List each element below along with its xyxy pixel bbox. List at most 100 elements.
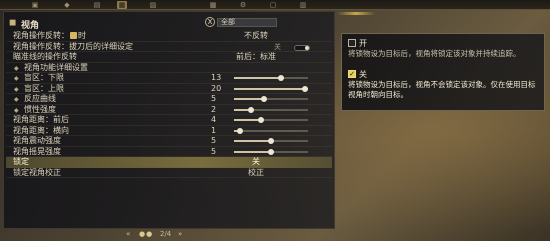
setting-label: 视角摇晃强度	[13, 146, 61, 156]
setting-label: 惯性强度	[24, 104, 56, 114]
toggle-knob	[305, 45, 309, 50]
settings-panel: ◼ 视角 X 全部 视角操作反转： 时 不反转 视角操作反转：拔刀后的详细设定 关…	[3, 11, 335, 229]
setting-label: 视角操作反转：	[13, 31, 69, 40]
setting-row[interactable]: 瞄准线的操作反转 前后：标准	[6, 52, 332, 63]
setting-row[interactable]: ◆ 盲区：上限 20	[6, 83, 332, 94]
toggle-state-label: 关	[274, 42, 281, 51]
tab-6[interactable]: ▩	[208, 1, 218, 9]
slider-track[interactable]	[234, 75, 308, 81]
setting-label: 盲区：下限	[24, 73, 64, 82]
page-number: 2/4	[160, 230, 172, 238]
setting-value: 5	[211, 146, 217, 156]
setting-value: 5	[211, 94, 217, 103]
checkmark-icon: ✓	[348, 70, 356, 78]
setting-value: 4	[211, 115, 217, 124]
setting-label: 锁定视角校正	[13, 167, 61, 177]
setting-value: 5	[211, 136, 217, 145]
page-next-button[interactable]: »	[178, 230, 182, 239]
slider-track[interactable]	[234, 106, 308, 113]
tab-5[interactable]: ▨	[148, 1, 158, 9]
toggle-switch[interactable]	[294, 44, 310, 51]
page-title: 视角	[21, 21, 40, 31]
tab-1[interactable]: ▣	[30, 1, 40, 9]
slider-track[interactable]	[234, 96, 308, 102]
setting-label: 反应曲线	[24, 94, 56, 103]
tab-8[interactable]: ▢	[268, 1, 278, 9]
setting-label: 视角震动强度	[13, 136, 61, 145]
setting-group-header[interactable]: ◆ 视角功能详细设置	[6, 62, 332, 73]
slider-track[interactable]	[234, 138, 308, 144]
slider-fill	[234, 119, 260, 121]
slider-fill	[234, 87, 308, 90]
setting-label: 锁定	[13, 157, 29, 166]
slider-handle[interactable]	[247, 106, 254, 113]
tab-2[interactable]: ◆	[62, 1, 72, 9]
tab-camera[interactable]: ▦	[117, 1, 127, 9]
controller-icon: ◆	[14, 106, 19, 114]
slider-fill	[234, 140, 271, 142]
setting-row[interactable]: 视角距离：横向 1	[6, 125, 332, 136]
setting-label: 视角距离：横向	[13, 125, 69, 135]
setting-label: 视角距离：前后	[13, 115, 69, 124]
option-description: 将锁物设为目标后，视角将锁定该对象并持续追踪。	[348, 49, 521, 58]
setting-value: 13	[211, 73, 222, 82]
slider-track[interactable]	[234, 127, 308, 134]
setting-value: 不反转	[244, 31, 268, 40]
setting-row[interactable]: 视角操作反转：拔刀后的详细设定 关	[6, 41, 332, 52]
slider-handle[interactable]	[302, 85, 308, 92]
slider-track[interactable]	[234, 85, 308, 92]
setting-row-selected[interactable]: 锁定 关	[6, 157, 332, 168]
setting-label: 视角功能详细设置	[24, 62, 88, 72]
setting-row[interactable]: ◆ 惯性强度 2	[6, 104, 332, 115]
filter-select[interactable]: 全部	[217, 18, 277, 27]
setting-value: 校正	[248, 167, 264, 177]
tab-7[interactable]: ⚙	[238, 1, 248, 9]
camera-icon: ◼	[9, 18, 17, 28]
slider-handle[interactable]	[237, 127, 244, 134]
setting-label: 盲区：上限	[24, 83, 64, 93]
setting-row[interactable]: ◆ 盲区：下限 13	[6, 73, 332, 84]
slider-fill	[234, 98, 264, 100]
slider-handle[interactable]	[268, 138, 274, 144]
setting-value: 关	[252, 157, 260, 166]
setting-row[interactable]: 视角操作反转： 时 不反转	[6, 31, 332, 42]
setting-value: 1	[211, 125, 217, 135]
tab-9[interactable]: ▥	[298, 1, 308, 9]
slider-track[interactable]	[234, 148, 308, 155]
slider-handle[interactable]	[278, 75, 285, 81]
setting-value: 2	[211, 104, 217, 114]
slider-handle[interactable]	[261, 96, 268, 102]
description-accent	[337, 12, 375, 15]
setting-value: 20	[211, 83, 222, 93]
setting-label: 瞄准线的操作反转	[13, 52, 77, 61]
filter-button[interactable]: X	[205, 17, 215, 27]
controller-icon: ◆	[14, 96, 19, 103]
page-prev-button[interactable]: «	[126, 230, 130, 239]
option-name: 开	[359, 39, 367, 48]
setting-value: 前后：标准	[236, 52, 276, 61]
setting-row[interactable]: 视角摇晃强度 5	[6, 146, 332, 157]
top-tab-bar: ▣ ◆ ▤ ▦ ▨ ▩ ⚙ ▢ ▥	[0, 0, 550, 10]
slider-fill	[234, 108, 249, 111]
description-panel: 开 将锁物设为目标后，视角将锁定该对象并持续追踪。 ✓ 关 将锁物设为目标后，视…	[341, 33, 545, 111]
option-name: 关	[359, 70, 367, 79]
controller-icon: ◆	[14, 64, 19, 72]
slider-handle[interactable]	[268, 148, 274, 155]
panel-header: ◼ 视角 X 全部	[7, 17, 332, 31]
page-indicator-dots: ●●	[139, 230, 154, 238]
pager: « ●● 2/4 »	[126, 230, 206, 239]
checkbox-icon	[348, 39, 356, 47]
slider-track[interactable]	[234, 117, 308, 123]
setting-row[interactable]: 视角距离：前后 4	[6, 115, 332, 126]
slider-handle[interactable]	[257, 117, 264, 123]
setting-row[interactable]: ◆ 反应曲线 5	[6, 94, 332, 105]
controller-icon: ◆	[14, 85, 19, 93]
slider-fill	[234, 77, 283, 79]
tab-3[interactable]: ▤	[92, 1, 102, 9]
setting-row[interactable]: 锁定视角校正 校正	[6, 167, 332, 178]
lock-icon	[70, 32, 77, 39]
setting-label-suffix: 时	[78, 31, 86, 40]
option-description: 将锁物设为目标后，视角不会锁定该对象。仅在使用目标视角时朝向目标。	[348, 80, 536, 99]
setting-row[interactable]: 视角震动强度 5	[6, 136, 332, 147]
setting-label: 视角操作反转：拔刀后的详细设定	[13, 41, 133, 51]
